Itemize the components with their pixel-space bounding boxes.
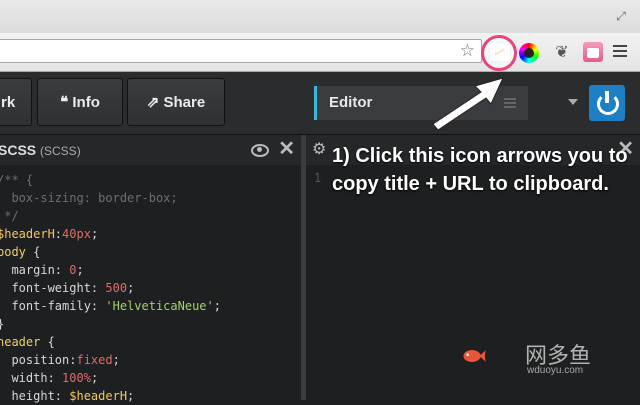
code-token: margin (0, 263, 55, 277)
chevron-down-icon[interactable] (568, 99, 578, 105)
code-line: width: 100%; (0, 369, 221, 387)
code-token: $headerH (69, 389, 128, 403)
code-token: body (0, 245, 26, 259)
browser-toolbar: ☆ ❦ (0, 33, 640, 72)
code-token: : (47, 371, 63, 385)
line-number: 1 (314, 171, 322, 185)
code-editor[interactable]: /** { box-sizing: border-box; */ $headerH… (0, 171, 221, 405)
code-token: fixed (76, 353, 113, 367)
code-token: $headerH (0, 227, 55, 241)
code-line: margin: 0; (0, 261, 221, 279)
code-token: 40px (62, 227, 91, 241)
code-token: ; (112, 353, 120, 367)
code-token: ; (90, 227, 99, 241)
code-line: $headerH:40px; (0, 225, 221, 243)
code-token: ; (127, 389, 135, 403)
scss-editor-pane: SCSS (SCSS) ✕ /** { box-sizing: border-b… (0, 135, 301, 403)
gear-icon[interactable]: ⚙ (312, 139, 326, 159)
fork-button[interactable]: rk (0, 78, 32, 126)
annotation-arrow (432, 77, 504, 130)
code-line: height: $headerH; (0, 387, 221, 405)
fork-label: rk (1, 94, 16, 111)
code-line: body { (0, 243, 221, 261)
code-token: { (25, 245, 41, 259)
code-token: { (40, 335, 55, 349)
code-token: ; (127, 281, 135, 295)
lang-label: SCSS (0, 142, 37, 158)
close-icon[interactable]: ✕ (278, 138, 295, 160)
code-token: : (54, 227, 63, 241)
app-header: rk ❝ Info ⇗ Share Editor (0, 72, 640, 135)
address-bar[interactable]: ☆ (0, 39, 482, 63)
watermark-url: wduoyu.com (527, 365, 584, 376)
code-token: ; (213, 299, 221, 313)
info-label: Info (72, 94, 100, 111)
info-button[interactable]: ❝ Info (37, 78, 123, 126)
code-token: : (54, 389, 70, 403)
power-icon[interactable] (589, 85, 625, 121)
annotation-text: 1) Click this icon arrows you to copy ti… (332, 145, 628, 195)
code-token: : (90, 281, 106, 295)
star-icon[interactable]: ☆ (460, 41, 475, 61)
pane-header: SCSS (SCSS) ✕ (0, 135, 301, 165)
code-token: header (0, 335, 41, 349)
code-line: } (0, 315, 221, 333)
code-token: */ (4, 209, 19, 223)
share-button[interactable]: ⇗ Share (127, 78, 225, 126)
code-token: height (0, 389, 55, 403)
pane-language: SCSS (SCSS) (0, 142, 81, 158)
menu-icon[interactable] (613, 45, 627, 60)
code-token: font-weight (0, 281, 91, 295)
share-label: Share (163, 94, 206, 111)
evernote-extension-icon[interactable]: ❦ (552, 43, 572, 63)
code-line: font-family: 'HelveticaNeue'; (0, 297, 221, 315)
code-token: 'HelveticaNeue' (105, 299, 214, 313)
code-token: : (54, 263, 70, 277)
code-line: header { (0, 333, 221, 351)
code-line: position:fixed; (0, 351, 221, 369)
code-token: position (0, 353, 70, 367)
eye-icon[interactable] (251, 144, 269, 157)
browser-title-bar: ⤢ (0, 0, 640, 33)
code-token: box-sizing: border-box; (0, 191, 178, 205)
code-token: : (90, 299, 106, 313)
expand-icon[interactable]: ⤢ (614, 9, 628, 23)
share-icon: ⇗ (146, 94, 164, 111)
code-line: font-weight: 500; (0, 279, 221, 297)
code-token: font-family (0, 299, 91, 313)
code-line: /** { (0, 171, 221, 189)
highlight-circle (481, 35, 517, 71)
code-line: box-sizing: border-box; (0, 189, 221, 207)
code-line: */ (0, 207, 221, 225)
editor-label: Editor (329, 94, 373, 111)
code-token: ; (90, 371, 99, 385)
code-token: ; (76, 263, 84, 277)
pink-extension-icon[interactable] (583, 42, 603, 62)
code-token: } (0, 317, 4, 331)
code-token: /** { (0, 173, 34, 187)
fish-logo-icon (463, 350, 486, 362)
lang-sublabel: (SCSS) (40, 144, 81, 158)
code-token: 100% (62, 371, 91, 385)
info-icon: ❝ (60, 94, 73, 111)
code-token: width (0, 371, 48, 385)
code-token: 500 (105, 281, 128, 295)
color-picker-extension-icon[interactable] (519, 43, 539, 63)
